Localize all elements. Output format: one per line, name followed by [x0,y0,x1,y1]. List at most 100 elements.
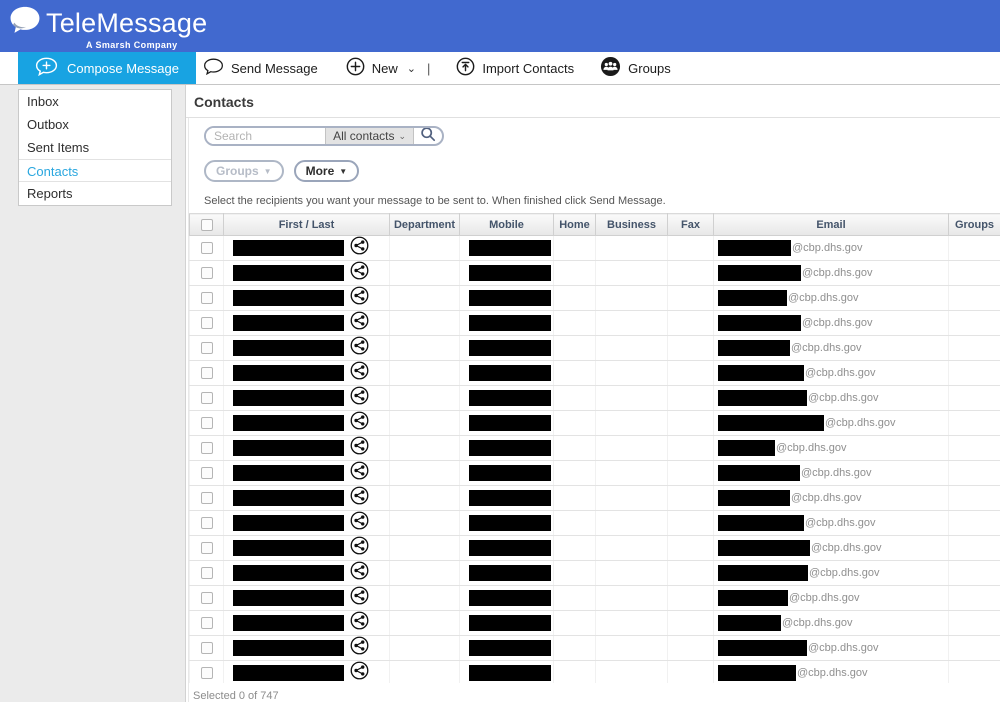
sidebar-item-reports[interactable]: Reports [19,182,171,205]
share-contact-icon[interactable] [350,561,369,585]
column-header-home[interactable]: Home [554,214,596,236]
triangle-down-icon: ▼ [339,167,347,176]
sidebar-item-inbox[interactable]: Inbox [19,90,171,113]
contacts-content: All contacts ⌄ [188,118,1000,702]
table-row[interactable]: @cbp.dhs.gov [190,486,1000,511]
row-checkbox[interactable] [201,567,213,579]
column-header-mobile[interactable]: Mobile [460,214,554,236]
fax-cell [668,461,714,486]
table-row[interactable]: @cbp.dhs.gov [190,286,1000,311]
table-row[interactable]: @cbp.dhs.gov [190,461,1000,486]
more-button[interactable]: More ▼ [294,160,360,182]
table-row[interactable]: @cbp.dhs.gov [190,511,1000,536]
contacts-filter-select[interactable]: All contacts ⌄ [325,128,414,144]
share-contact-icon[interactable] [350,661,369,683]
table-row[interactable]: @cbp.dhs.gov [190,386,1000,411]
share-contact-icon[interactable] [350,536,369,560]
table-row[interactable]: @cbp.dhs.gov [190,436,1000,461]
search-submit-button[interactable] [414,128,442,144]
row-checkbox[interactable] [201,392,213,404]
email-domain: @cbp.dhs.gov [802,317,873,329]
share-contact-icon[interactable] [350,386,369,410]
row-checkbox[interactable] [201,442,213,454]
department-cell [390,661,460,684]
share-contact-icon[interactable] [350,361,369,385]
mobile-redaction [469,640,551,656]
share-contact-icon[interactable] [350,461,369,485]
row-checkbox[interactable] [201,592,213,604]
business-cell [596,636,668,661]
groups-cell [949,611,1000,636]
table-row[interactable]: @cbp.dhs.gov [190,361,1000,386]
share-contact-icon[interactable] [350,511,369,535]
table-row[interactable]: @cbp.dhs.gov [190,261,1000,286]
column-header-fax[interactable]: Fax [668,214,714,236]
share-contact-icon[interactable] [350,311,369,335]
row-checkbox[interactable] [201,542,213,554]
brand-tagline: A Smarsh Company [86,40,207,50]
select-all-checkbox[interactable] [201,219,213,231]
fax-cell [668,236,714,261]
email-redaction [718,490,790,506]
share-contact-icon[interactable] [350,286,369,310]
name-redaction [233,515,344,531]
row-checkbox[interactable] [201,617,213,629]
sidebar-item-contacts[interactable]: Contacts [19,159,171,182]
sidebar-item-sent-items[interactable]: Sent Items [19,136,171,159]
email-redaction [718,465,800,481]
send-message-button[interactable]: Send Message [199,52,322,84]
table-row[interactable]: @cbp.dhs.gov [190,586,1000,611]
groups-filter-button[interactable]: Groups ▼ [204,160,284,182]
share-contact-icon[interactable] [350,486,369,510]
table-row[interactable]: @cbp.dhs.gov [190,236,1000,261]
row-checkbox[interactable] [201,492,213,504]
table-row[interactable]: @cbp.dhs.gov [190,561,1000,586]
search-input[interactable] [206,128,325,144]
chevron-down-icon[interactable]: ⌄ [407,62,416,75]
column-header-email[interactable]: Email [714,214,949,236]
row-checkbox[interactable] [201,342,213,354]
share-contact-icon[interactable] [350,436,369,460]
name-redaction [233,490,344,506]
share-contact-icon[interactable] [350,236,369,260]
share-contact-icon[interactable] [350,586,369,610]
groups-toolbar-button[interactable]: Groups [596,52,675,84]
row-checkbox[interactable] [201,642,213,654]
row-checkbox[interactable] [201,292,213,304]
column-header-first-last[interactable]: First / Last [224,214,390,236]
more-label: More [306,164,335,178]
column-header-groups[interactable]: Groups [949,214,1000,236]
row-checkbox[interactable] [201,667,213,679]
name-redaction [233,265,344,281]
fax-cell [668,286,714,311]
row-checkbox[interactable] [201,242,213,254]
row-checkbox[interactable] [201,417,213,429]
column-header-business[interactable]: Business [596,214,668,236]
home-cell [554,286,596,311]
share-contact-icon[interactable] [350,411,369,435]
department-cell [390,536,460,561]
new-button[interactable]: New ⌄ | [342,52,435,84]
fax-cell [668,486,714,511]
row-checkbox[interactable] [201,467,213,479]
table-row[interactable]: @cbp.dhs.gov [190,611,1000,636]
table-row[interactable]: @cbp.dhs.gov [190,636,1000,661]
table-row[interactable]: @cbp.dhs.gov [190,661,1000,684]
row-checkbox[interactable] [201,317,213,329]
compose-message-button[interactable]: Compose Message [18,52,196,84]
share-contact-icon[interactable] [350,636,369,660]
share-contact-icon[interactable] [350,611,369,635]
email-redaction [718,390,807,406]
table-row[interactable]: @cbp.dhs.gov [190,536,1000,561]
column-header-department[interactable]: Department [390,214,460,236]
table-row[interactable]: @cbp.dhs.gov [190,336,1000,361]
row-checkbox[interactable] [201,267,213,279]
share-contact-icon[interactable] [350,336,369,360]
share-contact-icon[interactable] [350,261,369,285]
row-checkbox[interactable] [201,367,213,379]
table-row[interactable]: @cbp.dhs.gov [190,311,1000,336]
import-contacts-button[interactable]: Import Contacts [452,52,578,84]
sidebar-item-outbox[interactable]: Outbox [19,113,171,136]
row-checkbox[interactable] [201,517,213,529]
table-row[interactable]: @cbp.dhs.gov [190,411,1000,436]
